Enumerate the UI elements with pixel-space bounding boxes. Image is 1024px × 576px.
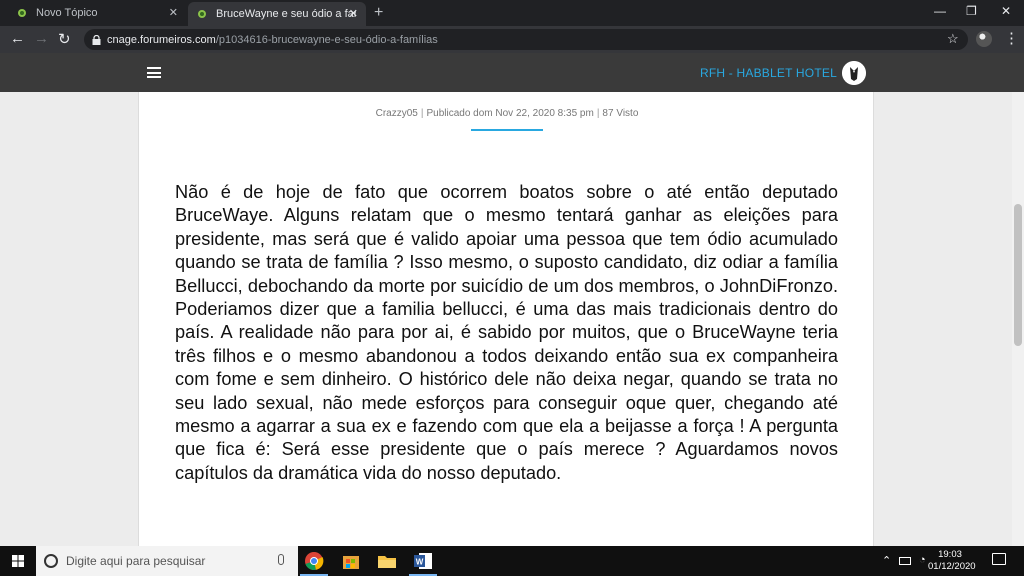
- back-icon[interactable]: ←: [10, 30, 25, 47]
- tab-title: BruceWayne e seu ódio a famílias: [216, 8, 356, 20]
- reload-icon[interactable]: ↻: [58, 30, 71, 48]
- browser-toolbar: ← → ↻ cnage.forumeiros.com/p1034616-bruc…: [0, 26, 1024, 53]
- url-host: cnage.forumeiros.com: [107, 33, 216, 46]
- taskbar-search-input[interactable]: Digite aqui para pesquisar: [36, 546, 298, 576]
- page-scrollbar[interactable]: [1012, 92, 1024, 546]
- chrome-icon[interactable]: [303, 550, 325, 572]
- tab-title: Novo Tópico: [36, 7, 98, 19]
- svg-text:W: W: [416, 558, 424, 567]
- profile-avatar[interactable]: [976, 31, 992, 47]
- microphone-icon[interactable]: [278, 554, 284, 565]
- cortana-icon: [44, 554, 58, 568]
- meta-divider: [471, 129, 543, 131]
- windows-taskbar: Digite aqui para pesquisar W ⌃ ◔ 19:03 0…: [0, 546, 1024, 576]
- hamburger-menu-icon[interactable]: [147, 67, 161, 78]
- post-date: Publicado dom Nov 22, 2020 8:35 pm: [426, 108, 594, 119]
- post-author[interactable]: Crazzy05: [376, 108, 418, 119]
- close-tab-icon[interactable]: ✕: [169, 6, 178, 19]
- forum-favicon-icon: [198, 10, 206, 18]
- minimize-icon[interactable]: —: [934, 4, 946, 18]
- tab-brucewayne[interactable]: BruceWayne e seu ódio a famílias ✕: [188, 2, 366, 26]
- forum-favicon-icon: [18, 9, 26, 17]
- lock-icon: [92, 34, 101, 45]
- word-icon[interactable]: W: [412, 550, 434, 572]
- tab-novo-topico[interactable]: Novo Tópico ✕: [8, 0, 186, 26]
- forward-icon[interactable]: →: [34, 30, 49, 47]
- bookmark-star-icon[interactable]: ☆: [947, 31, 959, 47]
- battery-icon[interactable]: [899, 557, 911, 565]
- clock-time: 19:03: [938, 549, 962, 560]
- scrollbar-thumb[interactable]: [1014, 204, 1022, 346]
- clock-date: 01/12/2020: [928, 561, 976, 572]
- post-meta: Crazzy05 | Publicado dom Nov 22, 2020 8:35…: [375, 108, 639, 119]
- site-header: RFH - HABBLET HOTEL: [0, 53, 1024, 92]
- post-card: Crazzy05 | Publicado dom Nov 22, 2020 8:35…: [138, 92, 874, 546]
- chevron-up-icon[interactable]: ⌃: [882, 554, 891, 567]
- search-placeholder: Digite aqui para pesquisar: [66, 554, 206, 568]
- taskbar-clock[interactable]: 19:03 01/12/2020: [928, 549, 976, 573]
- new-tab-icon[interactable]: +: [374, 4, 383, 22]
- wifi-icon[interactable]: ◔: [919, 554, 926, 566]
- url-path: /p1034616-brucewayne-e-seu-ódio-a-famíli…: [215, 33, 438, 46]
- close-tab-icon[interactable]: ✕: [349, 7, 358, 20]
- file-explorer-icon[interactable]: [376, 550, 398, 572]
- windows-start-icon[interactable]: [12, 555, 24, 567]
- address-bar[interactable]: cnage.forumeiros.com/p1034616-brucewayne…: [84, 29, 968, 50]
- close-window-icon[interactable]: ✕: [1001, 4, 1011, 18]
- post-views: 87 Visto: [602, 108, 639, 119]
- restore-icon[interactable]: ❐: [966, 4, 977, 18]
- browser-tab-strip: Novo Tópico ✕ BruceWayne e seu ódio a fa…: [0, 0, 1024, 26]
- post-body: Não é de hoje de fato que ocorrem boatos…: [175, 182, 838, 483]
- store-icon[interactable]: [340, 550, 362, 572]
- tuxedo-logo-icon[interactable]: [842, 61, 866, 85]
- menu-kebab-icon[interactable]: ⋮: [1004, 29, 1019, 47]
- notification-icon[interactable]: [992, 553, 1006, 565]
- site-title[interactable]: RFH - HABBLET HOTEL: [700, 66, 837, 80]
